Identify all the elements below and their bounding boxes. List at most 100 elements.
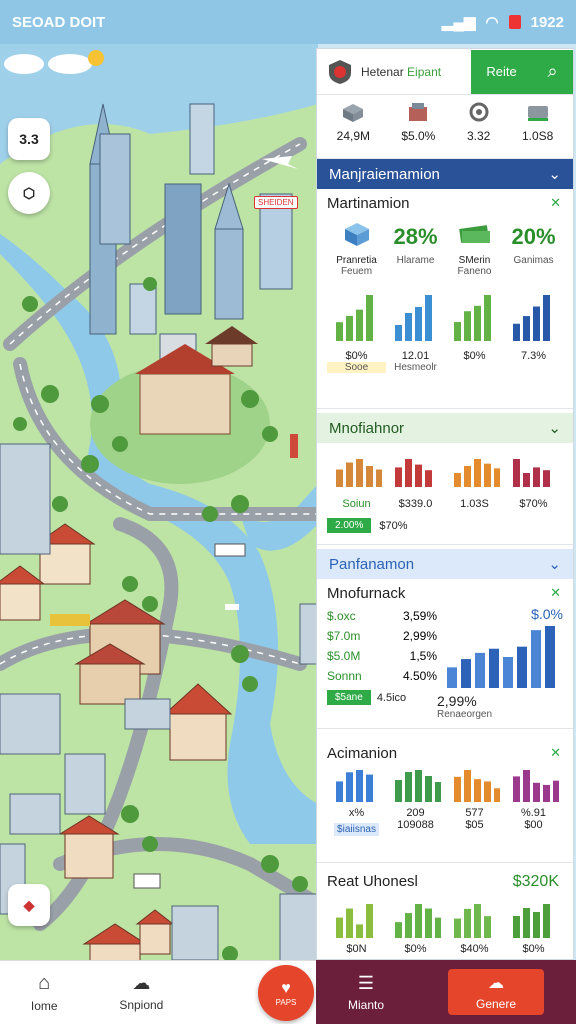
chart-bar — [512, 323, 520, 341]
chart-bar — [394, 467, 402, 487]
chart-label: 209 — [406, 807, 425, 819]
chart-bar — [394, 922, 402, 938]
chart-bar — [335, 469, 343, 487]
row-label: $.oxc — [327, 609, 356, 623]
chart-bar — [453, 473, 461, 487]
bus-icon — [527, 106, 548, 121]
section-bar-performance[interactable]: Panfanamon ⌄ — [317, 549, 573, 579]
stat-item[interactable]: $5.0% — [401, 101, 435, 154]
mini-bar-chart — [453, 770, 501, 802]
chart-bar — [424, 295, 432, 341]
stat-item[interactable]: 24,9M — [337, 101, 370, 154]
card-acimanion: Acimanion ✕ x% 209 577 %.91 $iaiisnas 10… — [317, 739, 573, 863]
chart-value: 7.3% — [520, 350, 547, 362]
stat-value: 3.32 — [466, 129, 491, 143]
metric-labels: Pranretia Feuem Hlarame SMerin Faneno Gani… — [327, 255, 563, 277]
performance-body: $.oxc 3,59% $7.0m 2,99% $5.0M 1,5% Sonnn 4.50% $… — [327, 606, 563, 720]
nav-home[interactable]: ⌂ Iome — [31, 972, 58, 1013]
mini-chart-cell — [327, 766, 386, 807]
card-performance: Mnofurnack ✕ $.oxc 3,59% $7.0m 2,99% $5.0M 1,… — [317, 579, 573, 729]
weather-icon — [4, 50, 104, 74]
center-action-button[interactable]: ♥ PAPS — [258, 965, 314, 1021]
status-badge: 2.00% — [327, 518, 372, 533]
layers-value: 3.3 — [19, 131, 39, 147]
metric-icon-cell — [445, 221, 504, 252]
chart-value: $00 — [524, 819, 543, 831]
chart-bar — [394, 325, 402, 341]
map-3d-button[interactable]: ⬡ — [8, 172, 50, 214]
chart-value: 12.01 — [401, 350, 430, 362]
nav-spend[interactable]: ☁ Snpiond — [119, 973, 163, 1012]
chart-bar — [335, 781, 343, 802]
section-bar-management[interactable]: Manjraiemamion ⌄ — [317, 159, 573, 189]
metric-value: 20% — [511, 223, 556, 249]
wifi-icon: ◠ — [485, 14, 499, 31]
stat-item[interactable]: 3.32 — [467, 101, 491, 154]
chart-bar — [461, 659, 471, 688]
search-label: Reite — [486, 64, 517, 79]
mini-chart-cell — [327, 900, 386, 943]
metric-label: SMerin — [458, 255, 491, 266]
chart-bar — [453, 322, 461, 341]
status-time: 1922 — [530, 13, 564, 31]
chart-bar — [542, 470, 550, 487]
performance-row: $5.0M 1,5% — [327, 646, 437, 666]
chart-bar — [473, 305, 481, 341]
section-bar-monitoring[interactable]: Mnofiahnor ⌄ — [317, 413, 573, 443]
search-icon: ⌕ — [547, 61, 558, 81]
nav-label: Iome — [30, 999, 58, 1013]
chart-value: $05 — [465, 819, 484, 831]
chart-bar — [345, 772, 353, 802]
mini-bar-chart — [453, 459, 501, 487]
metric-icon-cell — [327, 220, 386, 253]
metric-label: Ganimas — [513, 255, 554, 266]
mini-chart-cell — [445, 900, 504, 943]
metric-label: Hlarame — [396, 255, 435, 266]
map-bag-button[interactable]: ◆ — [8, 884, 50, 926]
chart-top-value: $.0% — [531, 606, 563, 622]
mini-bar-chart — [512, 295, 550, 341]
close-icon[interactable]: ✕ — [550, 195, 561, 211]
row-label: $5.0M — [327, 649, 361, 663]
acimanion-values: $iaiisnas 109088 $05 $00 — [327, 819, 563, 837]
value-cell: $0% — [445, 350, 504, 373]
chart-bar — [542, 295, 550, 341]
city-map[interactable]: 3.3 ⬡ SHEIDEN ◆ — [0, 44, 318, 960]
map-layers-button[interactable]: 3.3 — [8, 118, 50, 160]
mini-chart-cell — [386, 291, 445, 346]
heart-icon: ♥ — [281, 979, 291, 997]
shield-logo-icon — [329, 59, 351, 84]
chart-bar — [532, 912, 540, 938]
mini-chart-cell — [386, 900, 445, 943]
home-icon: ⌂ — [38, 972, 51, 994]
panel-title-accent: Eipant — [407, 64, 442, 79]
chart-bar — [424, 908, 432, 938]
close-icon[interactable]: ✕ — [550, 585, 561, 601]
map-place-tag[interactable]: SHEIDEN — [254, 196, 298, 209]
panel-search-button[interactable]: Reite ⌕ — [471, 49, 573, 94]
mini-bar-chart — [394, 459, 432, 487]
stat-item[interactable]: 1.0S8 — [522, 101, 553, 154]
chart-bar — [512, 916, 520, 938]
chart-bar — [483, 916, 491, 938]
card-maintenance: Martinamion ✕ 28% 20% Pranretia Feuem Hla… — [317, 189, 573, 409]
mini-chart-cell — [504, 766, 563, 807]
performance-row: Sonnn 4.50% — [327, 666, 437, 686]
chart-bar — [517, 646, 527, 688]
chart-bar — [414, 307, 422, 341]
nav-menu[interactable]: ☰ Mianto — [348, 973, 384, 1012]
chart-bar — [447, 667, 457, 688]
close-icon[interactable]: ✕ — [550, 745, 561, 761]
performance-bar-chart — [447, 626, 555, 688]
metric-label-cell: SMerin Faneno — [445, 255, 504, 277]
chart-value: $0% — [522, 943, 545, 955]
chart-bar — [453, 776, 461, 802]
nav-generate-button[interactable]: ☁ Genere — [448, 969, 544, 1015]
chart-bar — [473, 904, 481, 938]
chart-bar — [463, 311, 471, 341]
cloud-icon: ☁ — [488, 975, 504, 992]
section-title: Panfanamon — [329, 555, 415, 573]
performance-row: $7.0m 2,99% — [327, 626, 437, 646]
chart-bar — [355, 459, 363, 487]
chart-bar — [414, 464, 422, 487]
